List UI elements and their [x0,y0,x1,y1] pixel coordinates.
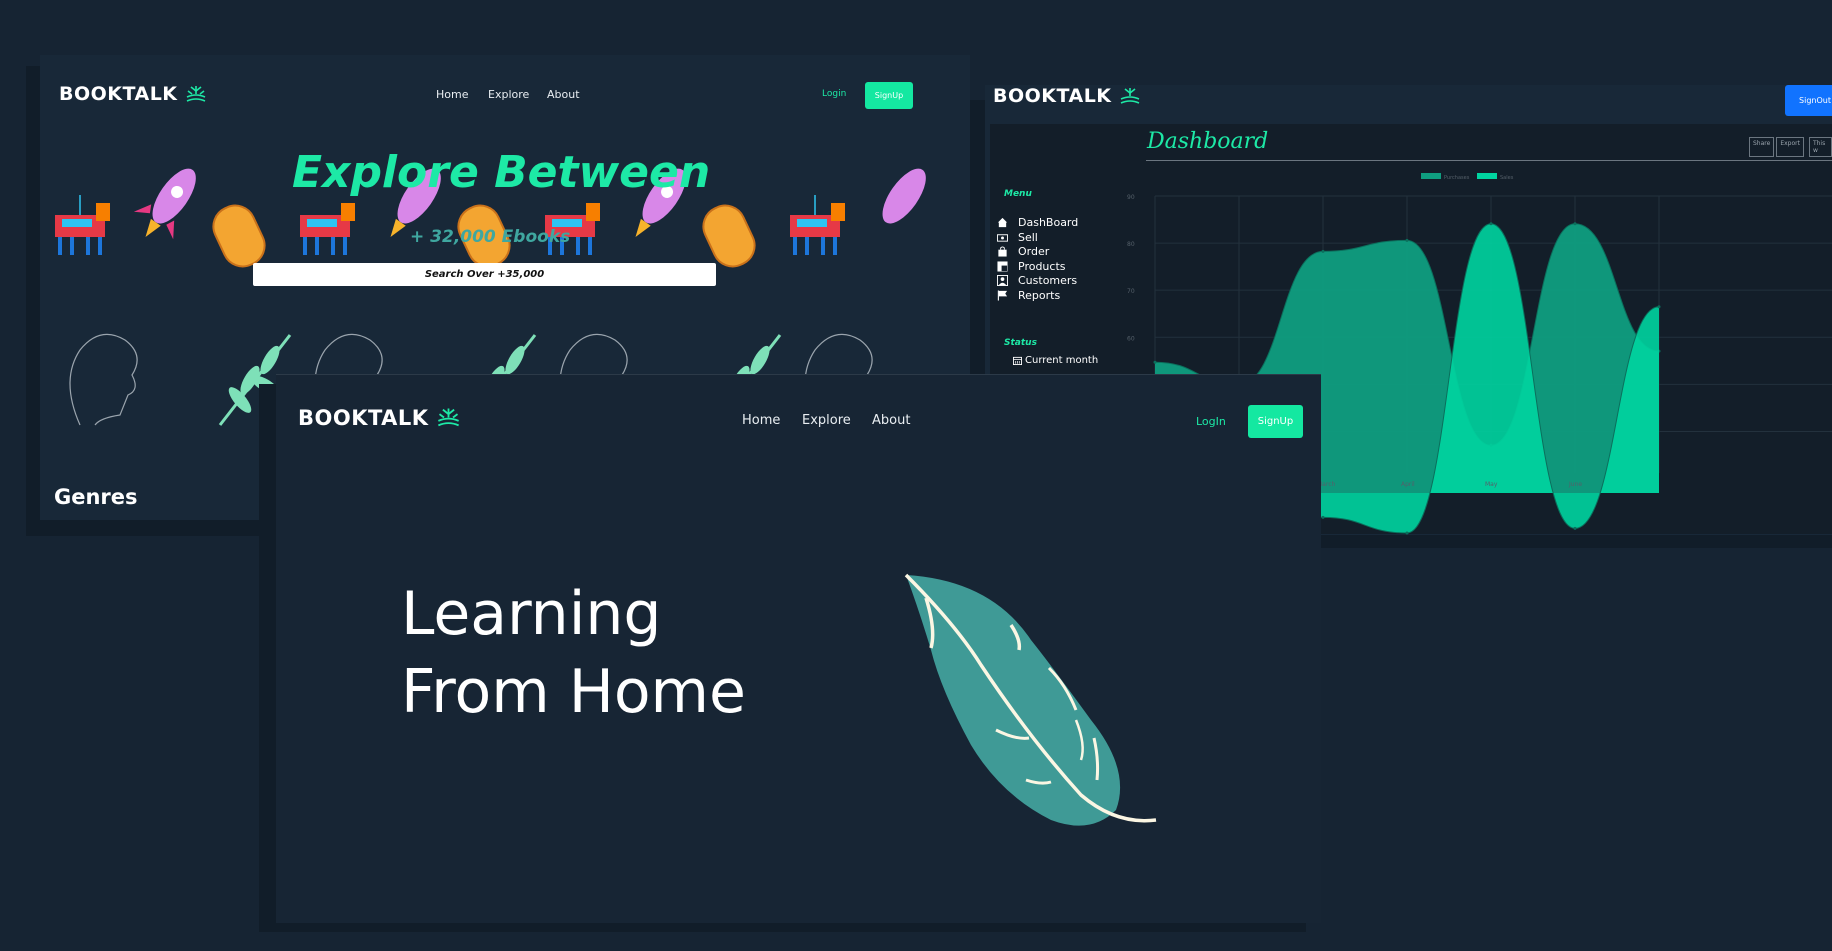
x-tick-label: June [1568,481,1582,488]
data-point [1153,360,1157,364]
data-point [1573,526,1577,530]
calendar-icon [1013,356,1022,365]
feather-illustration [904,573,1157,826]
headline-line-2: From Home [401,657,746,727]
legend-swatch [1477,173,1497,179]
y-tick-label: 90 [1127,194,1135,201]
title-divider [1146,160,1832,161]
nav-home[interactable]: Home [742,413,780,428]
nav-about[interactable]: About [547,88,580,101]
nav-explore[interactable]: Explore [802,413,851,428]
cash-icon [997,233,1008,242]
login-link[interactable]: Login [822,89,846,99]
sidebar-item-label: Sell [1018,230,1038,244]
export-button[interactable]: Export [1776,137,1804,157]
data-point [1657,305,1661,309]
sidebar-item-dashboard[interactable]: DashBoard [997,216,1078,229]
login-link[interactable]: LogIn [1196,415,1226,428]
genres-heading: Genres [54,485,138,509]
home-icon [997,217,1008,228]
x-tick-label: April [1401,481,1415,488]
headline-line-1: Learning [401,579,662,649]
data-point [1321,515,1325,519]
nav-explore[interactable]: Explore [488,88,529,101]
status-item-label: Current month [1025,355,1099,366]
bag-icon [998,246,1007,257]
sidebar-item-label: Customers [1018,274,1078,287]
signout-button[interactable]: SignOut [1785,85,1832,116]
dashboard-title: Dashboard [1147,129,1269,154]
sidebar-item-customers[interactable]: Customers [997,274,1077,287]
data-point [1405,531,1409,535]
share-button[interactable]: Share [1749,137,1775,157]
sprout-logo-icon [186,86,205,102]
sidebar-item-order[interactable]: Order [997,245,1049,258]
y-tick-label: 60 [1127,335,1135,342]
hero-subtitle: + 32,000 Ebooks [410,227,571,247]
sidebar-item-reports[interactable]: Reports [997,289,1060,302]
sprout-logo-icon [1120,88,1139,104]
y-tick-label: 70 [1127,288,1135,295]
headline: Learning From Home [401,575,746,731]
sprout-logo-icon [437,408,459,427]
period-select[interactable]: This w [1808,137,1832,157]
user-icon [997,275,1008,286]
logo-text: BOOKTALK [993,85,1112,107]
status-heading: Status [1004,338,1037,348]
sidebar-item-products[interactable]: Products [997,260,1066,273]
data-point [1573,222,1577,226]
sidebar-menu: DashBoard Sell Order Products Customers … [997,216,1137,316]
sidebar-item-label: Products [1018,259,1066,273]
data-point [1489,222,1493,226]
sidebar-item-label: Reports [1018,288,1061,302]
nav-about[interactable]: About [872,413,910,428]
explore-logo[interactable]: BOOKTALK [59,83,208,105]
data-point [1405,238,1409,242]
sidebar-item-label: DashBoard [1018,216,1079,229]
learning-page-window: BOOKTALK Home Explore About LogIn SignUp… [276,374,1321,923]
nav-home[interactable]: Home [436,88,468,101]
status-item-current-month[interactable]: Current month [1013,355,1098,366]
sidebar-item-label: Order [1018,245,1050,258]
menu-heading: Menu [1004,189,1032,199]
signup-button[interactable]: SignUp [1248,405,1303,438]
learning-logo[interactable]: BOOKTALK [298,405,462,430]
sidebar-item-sell[interactable]: Sell [997,231,1038,244]
data-point [1321,249,1325,253]
logo-text: BOOKTALK [59,83,178,105]
y-tick-label: 80 [1127,241,1135,248]
flag-icon [997,289,1008,301]
legend-label: Sales [1500,175,1514,181]
hero-title: Explore Between [292,147,711,198]
legend-swatch [1421,173,1441,179]
x-tick-label: May [1485,481,1498,488]
logo-text: BOOKTALK [298,405,429,430]
box-icon [997,260,1008,272]
toolbar: Share Export This w [1749,137,1832,157]
signup-button[interactable]: SignUp [865,82,913,109]
dashboard-logo[interactable]: BOOKTALK [993,85,1142,107]
search-input[interactable]: Search Over +35,000 [253,263,716,286]
legend-label: Purchases [1444,175,1470,181]
